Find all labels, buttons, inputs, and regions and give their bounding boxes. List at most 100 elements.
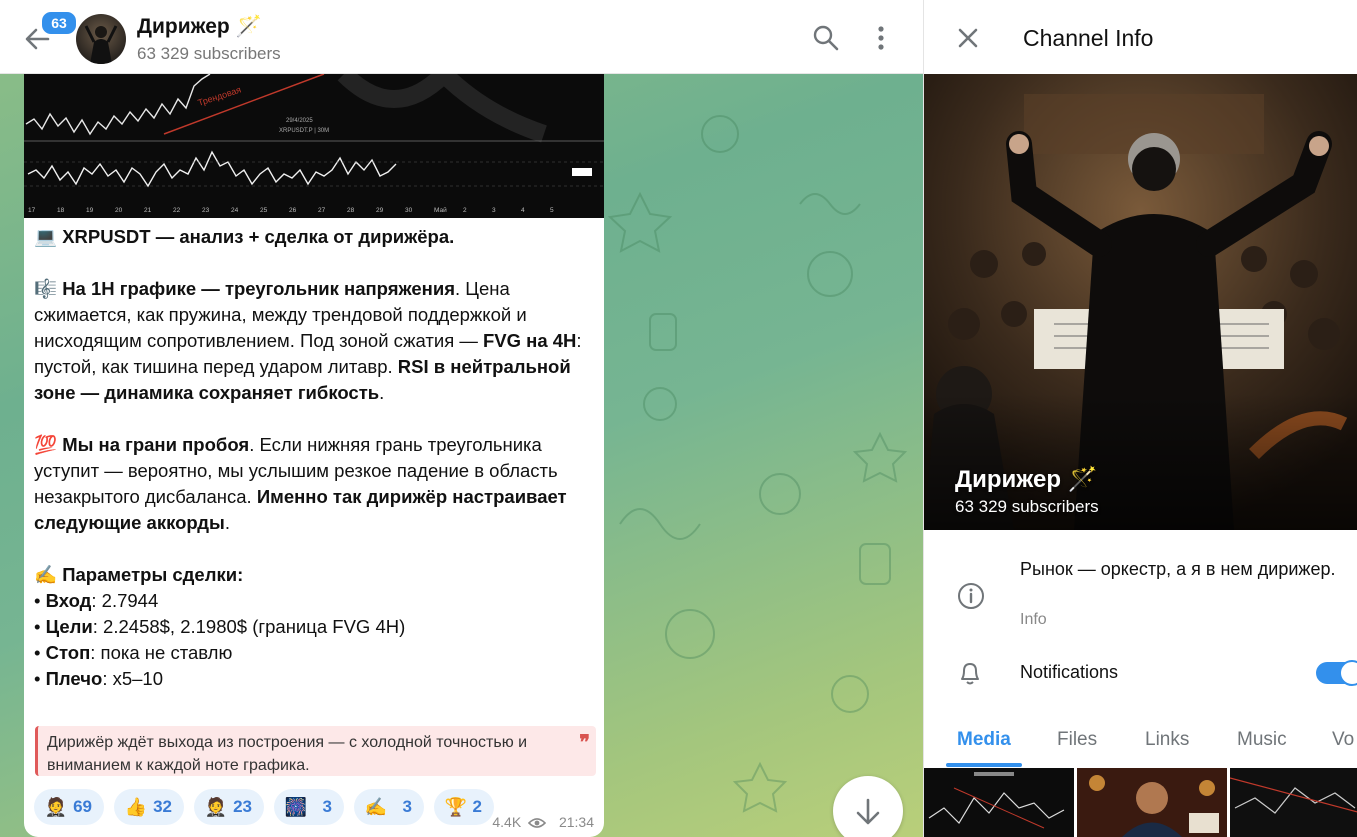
tab-music[interactable]: Music xyxy=(1237,729,1287,751)
media-tabs: Media Files Links Music Vo xyxy=(924,715,1357,767)
media-thumbnail[interactable] xyxy=(924,768,1074,837)
chart-x-tick: 3 xyxy=(492,207,496,214)
subscriber-count: 63 329 subscribers xyxy=(137,44,281,63)
media-grid xyxy=(924,768,1357,837)
chart-x-tick: Май xyxy=(434,206,447,214)
tab-files[interactable]: Files xyxy=(1057,729,1097,751)
trade-param-value: : x5–10 xyxy=(102,668,163,689)
reaction-emoji: 👍 xyxy=(124,797,148,817)
trade-param-label: Вход xyxy=(45,590,92,611)
channel-info-panel: Channel Info Дирижер 🪄 63 329 subscriber… xyxy=(923,0,1357,837)
chart-x-tick: 27 xyxy=(318,207,326,214)
media-thumbnail[interactable] xyxy=(1230,768,1357,837)
message-text-segment: Мы на грани пробоя xyxy=(62,434,250,455)
reaction-emoji: 🤵 xyxy=(204,797,228,817)
message-time: 21:34 xyxy=(558,814,594,830)
reaction-chip[interactable]: 👍 32 xyxy=(114,789,184,825)
tab-links[interactable]: Links xyxy=(1145,729,1189,751)
trade-param-value: : 2.2458$, 2.1980$ (граница FVG 4H) xyxy=(92,616,406,637)
message-text-segment: 🎼 xyxy=(34,278,63,299)
bullet: • xyxy=(34,590,46,611)
reaction-count: 3 xyxy=(322,797,332,816)
reaction-emoji: ✍️ xyxy=(364,797,388,817)
reaction-chip[interactable]: 🏆 2 xyxy=(434,789,494,825)
chart-x-tick: 17 xyxy=(28,207,36,214)
channel-avatar[interactable] xyxy=(76,14,126,64)
channel-title[interactable]: Дирижер 🪄 xyxy=(137,15,262,39)
tab-voice[interactable]: Vo xyxy=(1332,729,1354,751)
chart-x-tick: 2 xyxy=(463,207,467,214)
quote-mark-icon: ❞ xyxy=(579,732,590,754)
message-text-segment: 💯 xyxy=(34,434,63,455)
scroll-to-bottom-button[interactable] xyxy=(833,776,903,837)
message-paragraph: 💻 XRPUSDT — анализ + сделка от дирижёра. xyxy=(34,224,599,250)
chart-x-tick: 30 xyxy=(405,207,413,214)
trade-param-item: • Плечо: x5–10 xyxy=(34,666,599,692)
reaction-count: 32 xyxy=(153,797,172,816)
chart-caption-pair: XRPUSDT.P | 30M xyxy=(279,128,329,134)
media-thumbnail[interactable] xyxy=(1077,768,1227,837)
reaction-chip[interactable]: ✍️ 3 xyxy=(354,789,424,825)
active-tab-indicator xyxy=(946,763,1022,767)
chart-x-tick: 28 xyxy=(347,207,355,214)
chat-header: 63 Дирижер 🪄 63 329 subscribers xyxy=(0,0,923,74)
panel-header: Channel Info xyxy=(924,0,1357,74)
chart-x-tick: 23 xyxy=(202,207,210,214)
blockquote: Дирижёр ждёт выхода из построения — с хо… xyxy=(35,726,596,776)
reaction-emoji: 🏆 xyxy=(444,797,468,817)
message-text: 💻 XRPUSDT — анализ + сделка от дирижёра.… xyxy=(34,224,599,692)
reaction-chip[interactable]: 🤵 69 xyxy=(34,789,104,825)
message-paragraph: 💯 Мы на грани пробоя. Если нижняя грань … xyxy=(34,432,599,536)
message-text-segment: На 1H графике — треугольник напряжения xyxy=(62,278,456,299)
reaction-chip[interactable]: 🤵 23 xyxy=(194,789,264,825)
chart-x-tick: 19 xyxy=(86,207,94,214)
channel-description-label: Info xyxy=(1020,611,1047,628)
reaction-count: 69 xyxy=(73,797,92,816)
reaction-count: 23 xyxy=(233,797,252,816)
reaction-emoji: 🤵 xyxy=(44,797,68,817)
notifications-toggle[interactable] xyxy=(1316,660,1357,686)
eye-icon xyxy=(527,818,547,829)
view-count: 4.4K xyxy=(492,814,522,830)
chart-x-tick: 21 xyxy=(144,207,152,214)
chart-caption-date: 29/4/2025 xyxy=(286,118,313,124)
notifications-label: Notifications xyxy=(1020,662,1119,682)
trade-param-item: • Цели: 2.2458$, 2.1980$ (граница FVG 4H… xyxy=(34,614,599,640)
tab-media[interactable]: Media xyxy=(957,729,1011,751)
reaction-count: 2 xyxy=(472,797,482,816)
trade-param-label: Стоп xyxy=(45,642,91,663)
chart-x-tick: 29 xyxy=(376,207,384,214)
channel-description-row[interactable]: Рынок — оркестр, а я в нем дирижер. Info xyxy=(924,555,1357,635)
message-bubble: Трендовая 29/4/2025 XRPUSDT.P | 30M 17 18… xyxy=(24,74,604,837)
message-meta: 4.4K 21:34 xyxy=(492,814,594,830)
reaction-emoji: 🎆 xyxy=(284,797,308,817)
chart-x-tick: 4 xyxy=(521,207,525,214)
channel-description: Рынок — оркестр, а я в нем дирижер. xyxy=(1020,559,1336,579)
chart-x-tick: 22 xyxy=(173,207,181,214)
notifications-row[interactable]: Notifications xyxy=(924,650,1357,696)
chart-x-tick: 20 xyxy=(115,207,123,214)
bell-icon xyxy=(961,663,979,685)
more-options-icon[interactable] xyxy=(865,22,897,54)
bullet: • xyxy=(34,668,46,689)
channel-cover-image[interactable] xyxy=(924,74,1357,530)
message-text-segment: . xyxy=(224,512,230,533)
message-text-segment: XRPUSDT — анализ + сделка от дирижёра. xyxy=(62,226,455,247)
reaction-count: 3 xyxy=(402,797,412,816)
arrow-down-icon xyxy=(856,798,880,825)
chart-x-tick: 18 xyxy=(57,207,65,214)
message-paragraph: 🎼 На 1H графике — треугольник напряжения… xyxy=(34,276,599,406)
trade-param-item: • Стоп: пока не ставлю xyxy=(34,640,599,666)
reaction-chip[interactable]: 🎆 3 xyxy=(274,789,344,825)
message-text-segment: Параметры сделки: xyxy=(62,564,244,585)
search-icon[interactable] xyxy=(810,22,842,54)
close-icon[interactable] xyxy=(954,24,982,52)
message-text-segment: 💻 xyxy=(34,226,63,247)
cover-channel-name: Дирижер 🪄 xyxy=(955,466,1098,493)
chat-area: 63 Дирижер 🪄 63 329 subscribers Трендова… xyxy=(0,0,923,837)
toggle-knob xyxy=(1339,660,1357,686)
bullet: • xyxy=(34,616,46,637)
chart-x-tick: 5 xyxy=(550,207,554,214)
quote-text: Дирижёр ждёт выхода из построения — с хо… xyxy=(47,734,528,774)
message-chart-image[interactable]: Трендовая 29/4/2025 XRPUSDT.P | 30M 17 18… xyxy=(24,74,604,218)
